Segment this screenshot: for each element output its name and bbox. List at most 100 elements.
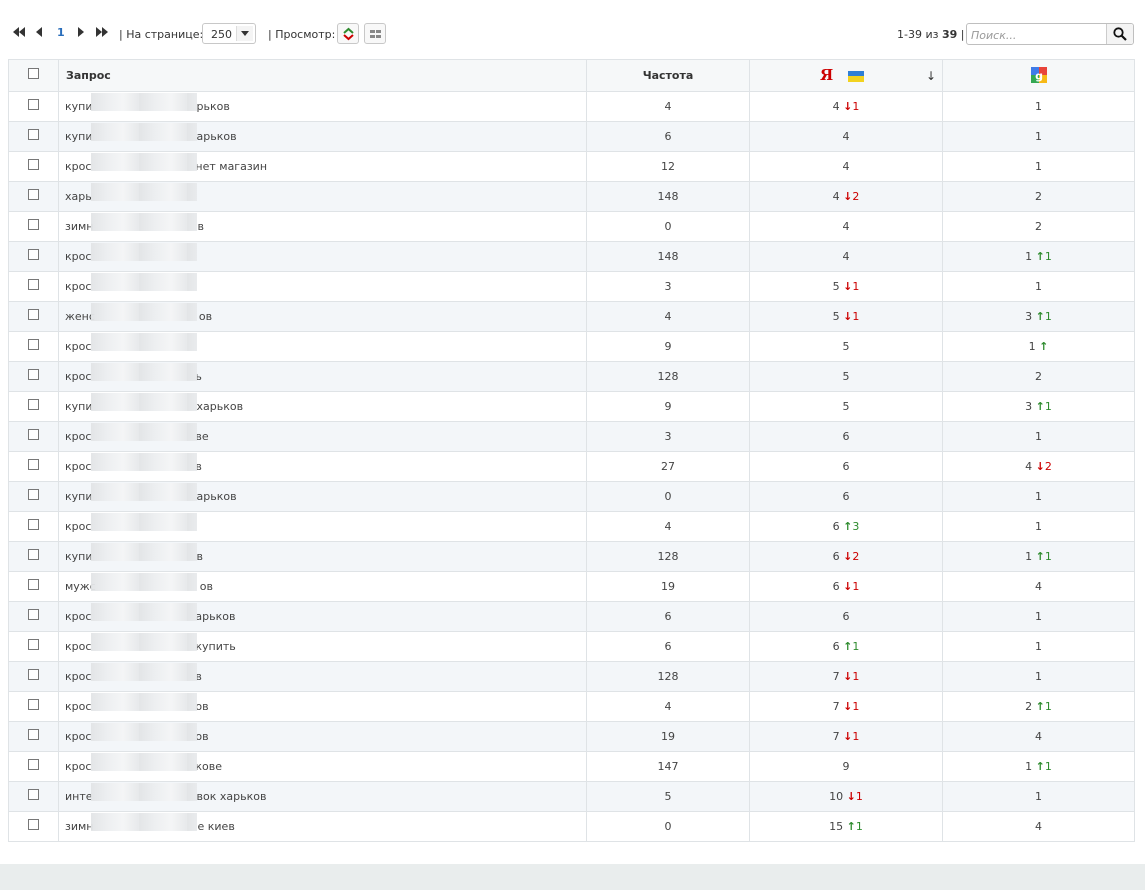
table-row[interactable]: крос 9 5 1 ↑ xyxy=(8,331,1135,362)
table-row[interactable]: крос кове 147 9 1 ↑1 xyxy=(8,751,1135,782)
query-cell[interactable]: харь xyxy=(58,181,587,212)
row-checkbox[interactable] xyxy=(28,578,39,590)
query-cell[interactable]: зимн в xyxy=(58,211,587,242)
per-page-select[interactable]: 250 xyxy=(202,23,256,44)
row-checkbox[interactable] xyxy=(28,158,39,170)
table-row[interactable]: харь 148 4 ↓2 2 xyxy=(8,181,1135,212)
table-row[interactable]: зимн в 0 4 2 xyxy=(8,211,1135,242)
row-checkbox[interactable] xyxy=(28,758,39,770)
query-cell[interactable]: зимн е киев xyxy=(58,811,587,842)
query-suffix: в xyxy=(196,550,203,563)
dropdown-arrow-icon[interactable] xyxy=(236,26,253,41)
search-button[interactable] xyxy=(1106,24,1133,44)
redaction-blur xyxy=(91,213,197,231)
table-row[interactable]: крос 148 4 1 ↑1 xyxy=(8,241,1135,272)
table-row[interactable]: купи арьков 6 4 1 xyxy=(8,121,1135,152)
query-cell[interactable]: крос ов xyxy=(58,721,587,752)
google-position-cell: 4 xyxy=(942,811,1135,842)
table-row[interactable]: крос ов 19 7 ↓1 4 xyxy=(8,721,1135,752)
query-cell[interactable]: крос xyxy=(58,271,587,302)
row-checkbox[interactable] xyxy=(28,728,39,740)
table-row[interactable]: купи рьков 4 4 ↓1 1 xyxy=(8,91,1135,122)
query-cell[interactable]: крос xyxy=(58,331,587,362)
query-cell[interactable]: крос арьков xyxy=(58,601,587,632)
column-yandex-header[interactable]: Я ↓ xyxy=(749,59,943,92)
yandex-position-value: 9 xyxy=(842,760,850,773)
row-checkbox[interactable] xyxy=(28,788,39,800)
sort-view-button[interactable] xyxy=(337,23,359,44)
grid-view-button[interactable] xyxy=(364,23,386,44)
table-row[interactable]: купи арьков 0 6 1 xyxy=(8,481,1135,512)
table-row[interactable]: крос ь 128 5 2 xyxy=(8,361,1135,392)
table-row[interactable]: купи харьков 9 5 3 ↑1 xyxy=(8,391,1135,422)
query-cell[interactable]: крос xyxy=(58,511,587,542)
query-cell[interactable]: крос xyxy=(58,241,587,272)
column-frequency-header[interactable]: Частота xyxy=(586,59,750,92)
select-all-checkbox[interactable] xyxy=(28,67,39,79)
query-cell[interactable]: крос кове xyxy=(58,751,587,782)
query-cell[interactable]: крос ве xyxy=(58,421,587,452)
row-checkbox[interactable] xyxy=(28,608,39,620)
row-checkbox[interactable] xyxy=(28,188,39,200)
row-checkbox[interactable] xyxy=(28,428,39,440)
query-cell[interactable]: купи арьков xyxy=(58,121,587,152)
table-row[interactable]: крос 4 6 ↑3 1 xyxy=(8,511,1135,542)
query-cell[interactable]: крос в xyxy=(58,661,587,692)
query-cell[interactable]: мужс ов xyxy=(58,571,587,602)
current-page-number[interactable]: 1 xyxy=(57,26,65,39)
table-row[interactable]: крос купить 6 6 ↑1 1 xyxy=(8,631,1135,662)
row-checkbox[interactable] xyxy=(28,488,39,500)
row-checkbox[interactable] xyxy=(28,638,39,650)
row-checkbox-cell xyxy=(8,541,59,572)
last-page-icon[interactable] xyxy=(96,27,109,42)
first-page-icon[interactable] xyxy=(13,27,26,42)
row-checkbox[interactable] xyxy=(28,128,39,140)
row-checkbox[interactable] xyxy=(28,368,39,380)
query-cell[interactable]: купи арьков xyxy=(58,481,587,512)
table-row[interactable]: купи в 128 6 ↓2 1 ↑1 xyxy=(8,541,1135,572)
row-checkbox[interactable] xyxy=(28,218,39,230)
query-cell[interactable]: крос в xyxy=(58,451,587,482)
query-cell[interactable]: купи рьков xyxy=(58,91,587,122)
row-checkbox[interactable] xyxy=(28,338,39,350)
table-row[interactable]: крос 3 5 ↓1 1 xyxy=(8,271,1135,302)
table-row[interactable]: крос ве 3 6 1 xyxy=(8,421,1135,452)
row-checkbox[interactable] xyxy=(28,278,39,290)
row-checkbox[interactable] xyxy=(28,98,39,110)
prev-page-icon[interactable] xyxy=(36,27,43,42)
table-row[interactable]: крос ов 4 7 ↓1 2 ↑1 xyxy=(8,691,1135,722)
table-row[interactable]: крос в 27 6 4 ↓2 xyxy=(8,451,1135,482)
query-cell[interactable]: крос ь xyxy=(58,361,587,392)
column-query-header[interactable]: Запрос xyxy=(58,59,587,92)
query-cell[interactable]: купи в xyxy=(58,541,587,572)
search-input[interactable] xyxy=(969,25,1109,45)
row-checkbox[interactable] xyxy=(28,668,39,680)
table-row[interactable]: женс ов 4 5 ↓1 3 ↑1 xyxy=(8,301,1135,332)
query-cell[interactable]: крос купить xyxy=(58,631,587,662)
query-cell[interactable]: женс ов xyxy=(58,301,587,332)
table-row[interactable]: крос арьков 6 6 1 xyxy=(8,601,1135,632)
row-checkbox[interactable] xyxy=(28,518,39,530)
query-cell[interactable]: крос ов xyxy=(58,691,587,722)
arrow-down-icon: ↓ xyxy=(843,700,853,713)
row-checkbox[interactable] xyxy=(28,248,39,260)
table-row[interactable]: крос в 128 7 ↓1 1 xyxy=(8,661,1135,692)
next-page-icon[interactable] xyxy=(78,27,85,42)
row-checkbox[interactable] xyxy=(28,308,39,320)
row-checkbox-cell xyxy=(8,421,59,452)
table-row[interactable]: инте вок харьков 5 10 ↓1 1 xyxy=(8,781,1135,812)
row-checkbox[interactable] xyxy=(28,698,39,710)
query-suffix: в xyxy=(197,220,204,233)
column-google-header[interactable]: g xyxy=(942,59,1135,92)
table-row[interactable]: мужс ов 19 6 ↓1 4 xyxy=(8,571,1135,602)
query-cell[interactable]: купи харьков xyxy=(58,391,587,422)
row-checkbox[interactable] xyxy=(28,818,39,830)
row-checkbox[interactable] xyxy=(28,398,39,410)
row-checkbox[interactable] xyxy=(28,458,39,470)
query-cell[interactable]: крос нет магазин xyxy=(58,151,587,182)
table-row[interactable]: зимн е киев 0 15 ↑1 4 xyxy=(8,811,1135,842)
table-row[interactable]: крос нет магазин 12 4 1 xyxy=(8,151,1135,182)
row-checkbox[interactable] xyxy=(28,548,39,560)
query-cell[interactable]: инте вок харьков xyxy=(58,781,587,812)
google-position-value: 1 xyxy=(1035,160,1042,173)
